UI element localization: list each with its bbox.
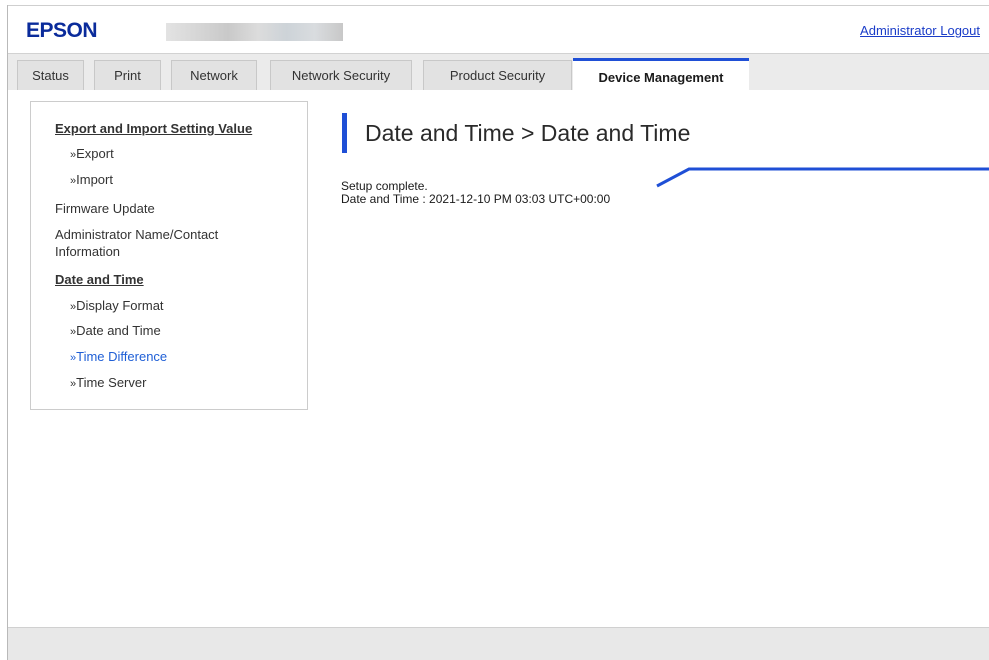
sidebar-item-date-and-time-heading[interactable]: Date and Time [55, 271, 144, 288]
tab-product-security[interactable]: Product Security [423, 60, 572, 91]
sidebar-item-display-format[interactable]: »Display Format [70, 297, 164, 316]
sidebar-item-date-and-time[interactable]: »Date and Time [70, 322, 161, 341]
sidebar-item-export[interactable]: »Export [70, 145, 114, 164]
tab-bar: Status Print Network Network Security Pr… [8, 53, 989, 92]
sidebar-item-time-server[interactable]: »Time Server [70, 374, 146, 393]
sidebar-item-label: Time Server [76, 375, 147, 390]
sidebar-item-firmware-update[interactable]: Firmware Update [55, 200, 155, 217]
browser-page: EPSON Administrator Logout Status Print … [0, 0, 989, 660]
date-time-value: Date and Time : 2021-12-10 PM 03:03 UTC+… [341, 192, 611, 206]
tab-status[interactable]: Status [17, 60, 84, 91]
sidebar-item-import[interactable]: »Import [70, 171, 113, 190]
printer-model-name-redacted [166, 23, 343, 41]
footer-bar [8, 627, 989, 660]
sidebar-menu: Export and Import Setting Value »Export … [30, 101, 308, 410]
sidebar-item-time-difference[interactable]: »Time Difference [70, 348, 167, 367]
header-bar: EPSON Administrator Logout [8, 5, 989, 54]
main-content: Export and Import Setting Value »Export … [8, 90, 989, 627]
page-title: Date and Time > Date and Time [365, 120, 691, 146]
sidebar-item-label: Export [76, 146, 114, 161]
administrator-logout-link[interactable]: Administrator Logout [860, 23, 980, 38]
sidebar-item-label: Import [76, 172, 113, 187]
tab-print[interactable]: Print [94, 60, 161, 91]
sidebar-item-label: Date and Time [76, 323, 161, 338]
sidebar-item-label: Display Format [76, 298, 164, 313]
tab-network-security[interactable]: Network Security [270, 60, 412, 91]
epson-logo: EPSON [26, 19, 98, 42]
tab-network[interactable]: Network [171, 60, 257, 91]
tab-device-management[interactable]: Device Management [573, 58, 749, 92]
sidebar-item-label: Time Difference [76, 349, 168, 364]
sidebar-item-export-import-setting-value[interactable]: Export and Import Setting Value [55, 120, 252, 137]
sidebar-item-administrator-name-contact[interactable]: Administrator Name/Contact Information [55, 226, 285, 260]
page-title-accent-bar [342, 113, 347, 153]
